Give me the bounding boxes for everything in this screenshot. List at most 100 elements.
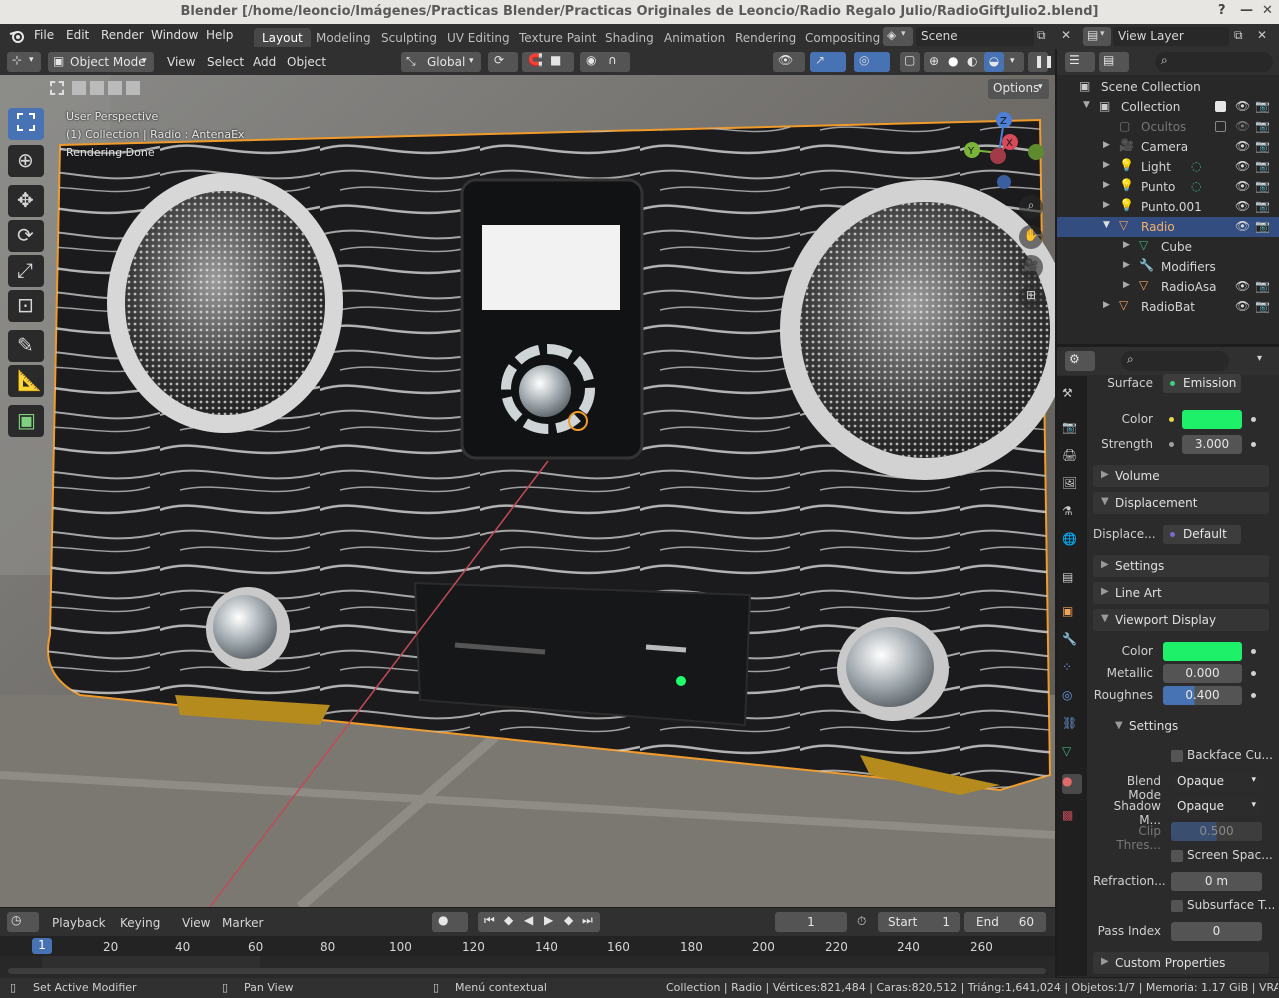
blender-logo-icon[interactable] — [9, 28, 25, 44]
pass-index-field[interactable]: 0 — [1171, 922, 1262, 941]
tool-move[interactable]: ✥ — [8, 185, 44, 217]
tool-add-cube[interactable]: ▣ — [8, 405, 44, 437]
render-tab-icon[interactable]: 📷 — [1062, 420, 1082, 440]
outliner-item-camera[interactable]: ▶ 🎥 Camera 👁 📷 — [1057, 137, 1279, 157]
play-icon[interactable]: ▶ — [544, 913, 553, 927]
tool-annotate[interactable]: ✎ — [8, 330, 44, 362]
select-subtract-icon[interactable] — [90, 81, 104, 95]
snap-button[interactable]: 🧲 ■ — [522, 52, 574, 72]
remove-view-layer-icon[interactable]: ✕ — [1257, 28, 1267, 42]
outliner-item-radio[interactable]: ▼ ▽ Radio 👁 📷 — [1057, 217, 1279, 237]
select-intersect-icon[interactable] — [126, 81, 140, 95]
visibility-button[interactable]: 👁 — [773, 52, 805, 72]
render-camera-icon[interactable]: 📷 — [1255, 279, 1270, 293]
viewport-menu-select[interactable]: Select — [207, 55, 244, 69]
eye-icon[interactable]: 👁 — [1235, 299, 1250, 313]
screen-space-checkbox[interactable] — [1171, 850, 1183, 862]
render-camera-icon[interactable]: 📷 — [1255, 299, 1270, 313]
jump-start-icon[interactable]: ⏮ — [484, 913, 495, 928]
section-displacement[interactable]: ▼ Displacement — [1093, 492, 1269, 514]
playhead-frame[interactable]: 1 — [32, 938, 52, 954]
outliner-item-punto-001[interactable]: ▶ 💡 Punto.001 👁 📷 — [1057, 197, 1279, 217]
tab-texture-paint[interactable]: Texture Paint — [511, 28, 604, 47]
tab-compositing[interactable]: Compositing — [797, 28, 888, 47]
clip-threshold-slider[interactable]: 0.500 — [1171, 822, 1262, 841]
eye-icon[interactable]: 👁 — [1235, 139, 1250, 153]
play-reverse-icon[interactable]: ◀ — [524, 913, 533, 927]
overlays-toggle-button[interactable]: ◎ — [854, 52, 890, 72]
scene-name-field[interactable]: Scene — [916, 27, 1034, 46]
tool-scale[interactable]: ⤢ — [8, 255, 44, 287]
world-tab-icon[interactable]: 🌐 — [1062, 532, 1082, 552]
value-socket-icon[interactable] — [1169, 442, 1174, 447]
menu-window[interactable]: Window — [151, 28, 198, 42]
section-custom-properties[interactable]: ▶ Custom Properties — [1093, 952, 1269, 974]
render-camera-icon[interactable]: 📷 — [1255, 159, 1270, 173]
rendered-shading-icon[interactable]: ◒ — [984, 52, 1004, 72]
select-extend-icon[interactable] — [72, 81, 86, 95]
outliner-editor-type-button[interactable]: ☰ — [1065, 52, 1095, 72]
tab-rendering[interactable]: Rendering — [727, 28, 804, 47]
refraction-depth-field[interactable]: 0 m — [1171, 872, 1262, 891]
close-icon[interactable]: ✕ — [1262, 3, 1273, 18]
jump-end-icon[interactable]: ⏭ — [582, 913, 593, 928]
pan-hand-icon[interactable]: ✋ — [1019, 225, 1043, 249]
view-layer-selector-button[interactable]: ▤ ▾ — [1083, 27, 1111, 46]
3d-viewport[interactable]: User Perspective (1) Collection | Radio … — [0, 75, 1055, 907]
modifier-tab-icon[interactable]: 🔧 — [1062, 632, 1082, 652]
section-vd-settings[interactable]: ▼ Settings — [1113, 717, 1253, 737]
new-scene-icon[interactable]: ⧉ — [1037, 28, 1046, 43]
backface-culling-checkbox[interactable] — [1171, 750, 1183, 762]
timeline-editor-type-button[interactable]: ◷ — [7, 912, 39, 932]
menu-help[interactable]: Help — [206, 28, 233, 42]
tab-animation[interactable]: Animation — [656, 28, 733, 47]
particles-tab-icon[interactable]: ⁘ — [1062, 660, 1082, 680]
view-layer-field[interactable]: View Layer — [1113, 27, 1229, 46]
next-keyframe-icon[interactable]: ◆ — [564, 913, 573, 927]
options-dropdown[interactable]: Options ▾ — [988, 79, 1049, 99]
timeline-menu-keying[interactable]: Keying — [120, 916, 160, 930]
keyframe-dot[interactable] — [1251, 442, 1256, 447]
section-viewport-display[interactable]: ▼ Viewport Display — [1093, 609, 1269, 631]
eye-icon[interactable]: 👁 — [1235, 199, 1250, 213]
editor-type-button[interactable]: ⊹ ▾ — [7, 52, 41, 72]
outliner-item-light[interactable]: ▶ 💡 Light ◌ 👁 📷 — [1057, 157, 1279, 177]
object-mode-dropdown[interactable]: ▣ Object Mode ▾ — [48, 52, 154, 72]
output-tab-icon[interactable]: 🖨 — [1062, 448, 1082, 468]
gizmo-toggle-button[interactable]: ↗ — [810, 52, 846, 72]
chevron-down-icon[interactable]: ▾ — [1257, 353, 1262, 364]
prev-keyframe-icon[interactable]: ◆ — [504, 913, 513, 927]
metallic-field[interactable]: 0.000 — [1163, 664, 1242, 683]
scene-tab-icon[interactable]: ⚗ — [1062, 504, 1082, 524]
eye-icon[interactable]: 👁 — [1235, 279, 1250, 293]
xray-button[interactable]: ▢ — [900, 52, 920, 72]
section-line-art[interactable]: ▶ Line Art — [1093, 582, 1269, 604]
render-camera-icon[interactable]: 📷 — [1255, 139, 1270, 153]
render-camera-icon[interactable]: 📷 — [1255, 199, 1270, 213]
navigation-gizmo[interactable]: Z Y X — [958, 110, 1050, 200]
stopwatch-icon[interactable]: ⏱ — [857, 914, 866, 929]
tool-measure[interactable]: 📐 — [8, 365, 44, 397]
outliner-item-radioasa[interactable]: ▶ ▽ RadioAsa 👁 📷 — [1057, 277, 1279, 297]
proportional-edit-button[interactable]: ◉ ∩ — [580, 52, 630, 72]
expand-arrow-icon[interactable]: ▼ — [1083, 100, 1090, 110]
collection-tab-icon[interactable]: ▤ — [1062, 570, 1082, 590]
new-view-layer-icon[interactable]: ⧉ — [1234, 28, 1243, 43]
eye-icon[interactable]: 👁 — [1235, 179, 1250, 193]
constraints-tab-icon[interactable]: ⛓ — [1062, 716, 1082, 736]
select-new-icon[interactable] — [50, 81, 64, 95]
auto-keying-button[interactable]: ● — [432, 912, 468, 932]
camera-view-icon[interactable]: 🎥 — [1019, 255, 1043, 279]
menu-file[interactable]: File — [34, 28, 54, 42]
eye-icon[interactable]: 👁 — [1235, 119, 1250, 133]
section-settings[interactable]: ▶ Settings — [1093, 555, 1269, 577]
viewport-color-swatch[interactable] — [1163, 642, 1242, 661]
material-shading-icon[interactable]: ◐ — [967, 54, 977, 68]
collection-checkbox[interactable] — [1215, 121, 1226, 132]
tool-tab-icon[interactable]: ⚒ — [1062, 386, 1082, 406]
render-camera-icon[interactable]: 📷 — [1255, 179, 1270, 193]
tab-sculpting[interactable]: Sculpting — [373, 28, 445, 47]
tab-layout[interactable]: Layout — [254, 28, 311, 47]
shading-mode-buttons[interactable]: ⊕ ● ◐ ◒ ▾ — [924, 52, 1024, 72]
object-data-tab-icon[interactable]: ▽ — [1062, 744, 1082, 764]
